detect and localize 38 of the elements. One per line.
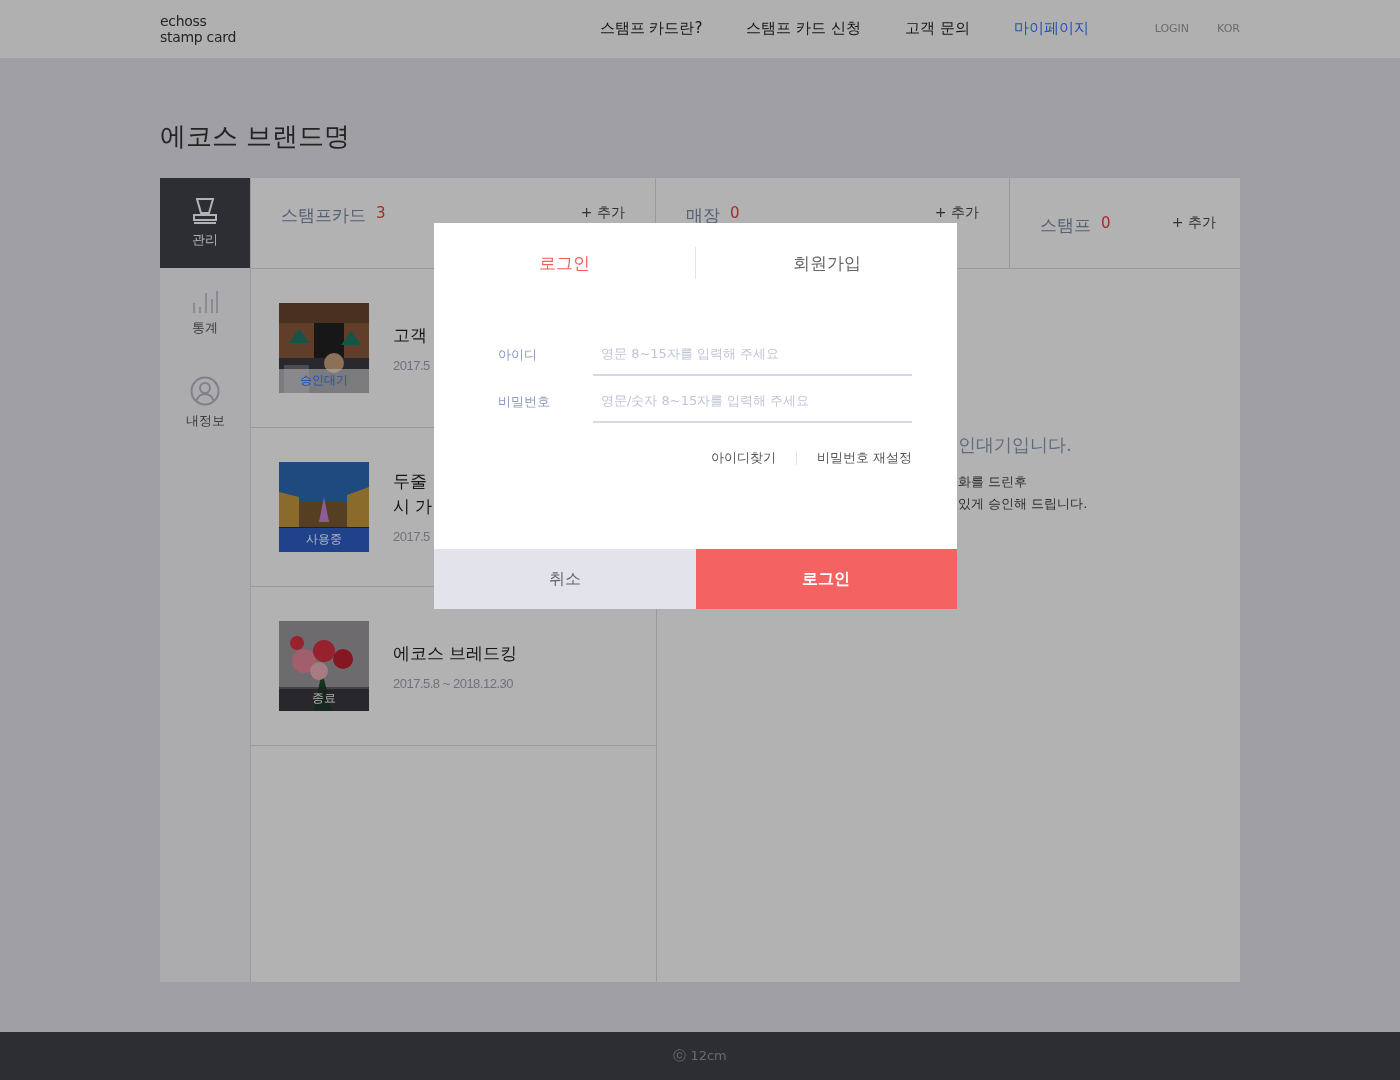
notice-text: 화를 드린후 <box>958 472 1029 491</box>
bar-chart-icon <box>192 288 218 313</box>
copyright-text: ⓒ 12cm <box>673 1046 727 1065</box>
status-badge: 사용중 <box>279 527 369 552</box>
field-label: 비밀번호 <box>498 392 551 411</box>
dialog-tab[interactable]: 회원가입 <box>695 247 957 279</box>
card-title: 고객 <box>393 323 428 347</box>
nav-link[interactable]: 고객 문의 <box>904 19 970 39</box>
page-title: 에코스 브랜드명 <box>160 119 352 153</box>
column-count: 0 <box>1101 213 1111 232</box>
cancel-button[interactable]: 취소 <box>434 549 696 609</box>
column-title: 스탬프 <box>1040 213 1091 237</box>
card-date: 2017.5 <box>393 529 431 545</box>
field-label: 아이디 <box>498 345 538 364</box>
account-link[interactable]: 아이디찾기 <box>710 449 776 467</box>
nav-link[interactable]: 스탬프 카드란? <box>599 19 703 39</box>
logo[interactable]: echoss stamp card <box>160 12 460 45</box>
column-count: 0 <box>730 203 740 222</box>
notice-text: 있게 승인해 드립니다. <box>958 494 1089 513</box>
card-date: 2017.5.8 ~ 2018.12.30 <box>393 675 514 691</box>
account-link[interactable]: 비밀번호 재설정 <box>816 449 912 467</box>
card-title: 두줄 시 가 <box>393 470 433 519</box>
column-title: 스탬프카드 <box>281 203 366 227</box>
user-icon <box>190 375 220 406</box>
add-link[interactable]: + 추가 <box>1171 213 1216 232</box>
add-link[interactable]: + 추가 <box>934 203 979 222</box>
card-title: 에코스 브레드킹 <box>393 641 518 665</box>
sidebar-item[interactable]: 내정보 <box>160 357 250 448</box>
add-link[interactable]: + 추가 <box>580 203 625 222</box>
nav-link[interactable]: 스탬프 카드 신청 <box>746 19 861 39</box>
sidebar-item[interactable]: 통계 <box>160 267 250 358</box>
column-count: 3 <box>376 203 386 222</box>
column-title: 매장 <box>686 203 720 227</box>
notice-heading: 인대기입니다. <box>958 432 1073 457</box>
sidebar-item[interactable]: 관리 <box>160 177 250 268</box>
nav-link[interactable]: 마이페이지 <box>1013 19 1089 39</box>
stamp-icon <box>192 196 218 225</box>
card-date: 2017.5 <box>393 357 430 373</box>
